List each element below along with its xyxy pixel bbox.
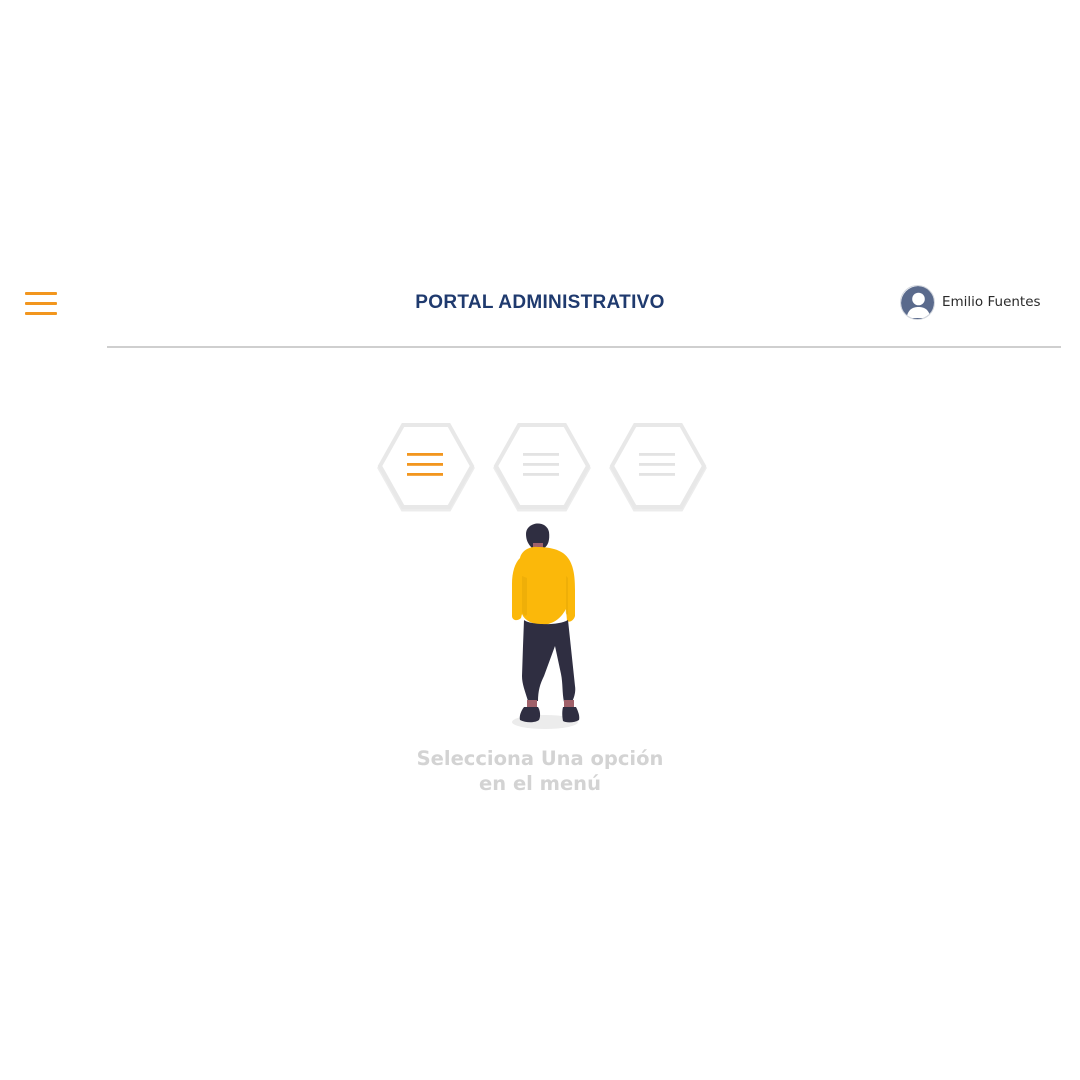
- message-line-2: en el menú: [479, 772, 601, 795]
- menu-option-hex-active: [376, 420, 476, 512]
- top-bar: PORTAL ADMINISTRATIVO Emilio Fuentes: [0, 270, 1080, 348]
- menu-option-hex: [492, 420, 592, 512]
- user-name: Emilio Fuentes: [942, 294, 1041, 310]
- page: PORTAL ADMINISTRATIVO Emilio Fuentes Sel…: [0, 0, 1080, 1080]
- hamburger-menu-icon[interactable]: [23, 289, 59, 319]
- menu-line: [25, 302, 57, 305]
- empty-state-message: Selecciona Una opción en el menú: [340, 746, 740, 796]
- header-divider: [107, 346, 1061, 348]
- user-avatar-icon: [900, 284, 935, 320]
- menu-option-hex: [608, 420, 708, 512]
- user-menu[interactable]: Emilio Fuentes: [900, 284, 1041, 320]
- menu-options-illustration: [376, 420, 708, 516]
- menu-line: [25, 312, 57, 315]
- menu-line: [25, 292, 57, 295]
- person-illustration: [500, 516, 590, 734]
- message-line-1: Selecciona Una opción: [416, 747, 664, 770]
- page-title: PORTAL ADMINISTRATIVO: [415, 292, 665, 313]
- user-silhouette-icon: [901, 285, 934, 319]
